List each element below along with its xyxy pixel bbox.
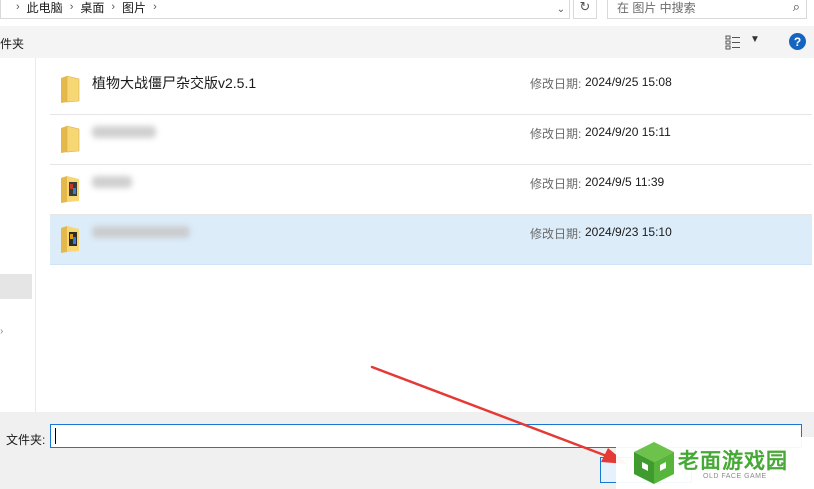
image-folder-icon: [61, 176, 79, 203]
file-row[interactable]: 植物大战僵尸杂交版v2.5.1 修改日期: 2024/9/25 15:08: [50, 65, 812, 115]
file-row-selected[interactable]: 修改日期: 2024/9/23 15:10: [50, 215, 812, 265]
text-cursor: [55, 428, 56, 444]
breadcrumb-pictures[interactable]: 图片: [122, 0, 146, 16]
watermark: 老面游戏园 OLD FACE GAME: [616, 437, 814, 489]
new-folder-button[interactable]: 件夹: [0, 35, 24, 52]
address-bar-row: › 此电脑 › 桌面 › 图片 › ⌄ ↻ 在 图片 中搜索 ⌕: [0, 0, 814, 20]
modified-date: 2024/9/25 15:08: [585, 75, 672, 89]
redacted-file-name: [92, 126, 156, 138]
search-input[interactable]: 在 图片 中搜索 ⌕: [607, 0, 807, 19]
modified-date: 2024/9/23 15:10: [585, 225, 672, 239]
nav-selected-item[interactable]: [0, 274, 32, 299]
modified-date: 2024/9/5 11:39: [585, 175, 665, 189]
file-row[interactable]: 修改日期: 2024/9/20 15:11: [50, 115, 812, 165]
folder-label: 文件夹:: [6, 433, 46, 447]
watermark-text: 老面游戏园: [678, 449, 788, 473]
search-icon[interactable]: ⌕: [793, 0, 800, 15]
watermark-subtext: OLD FACE GAME: [703, 473, 767, 480]
modified-date-label: 修改日期:: [530, 177, 582, 191]
address-dropdown-icon[interactable]: ⌄: [553, 0, 569, 18]
chevron-right-icon[interactable]: ›: [0, 326, 3, 337]
modified-date-label: 修改日期:: [530, 127, 582, 141]
modified-date-label: 修改日期:: [530, 227, 582, 241]
search-placeholder: 在 图片 中搜索: [617, 0, 696, 15]
toolbar: 件夹 ▼ ?: [0, 26, 814, 58]
address-bar[interactable]: › 此电脑 › 桌面 › 图片 ›: [0, 0, 570, 19]
file-name: 植物大战僵尸杂交版v2.5.1: [92, 75, 257, 91]
navigation-pane[interactable]: ›: [0, 58, 36, 412]
file-list: 植物大战僵尸杂交版v2.5.1 修改日期: 2024/9/25 15:08 修改…: [50, 65, 814, 412]
folder-icon: [61, 75, 80, 103]
redacted-file-name: [92, 176, 132, 188]
view-options-icon[interactable]: [725, 34, 741, 50]
view-dropdown-icon[interactable]: ▼: [750, 34, 760, 45]
file-row[interactable]: 修改日期: 2024/9/5 11:39: [50, 165, 812, 215]
help-icon[interactable]: ?: [789, 33, 806, 50]
chevron-right-icon[interactable]: ›: [70, 1, 74, 13]
chevron-right-icon[interactable]: ›: [153, 1, 157, 13]
modified-date: 2024/9/20 15:11: [585, 125, 671, 139]
redacted-file-name: [92, 226, 190, 238]
refresh-icon[interactable]: ↻: [573, 0, 597, 19]
game-logo-icon: [634, 442, 674, 484]
breadcrumb-desktop[interactable]: 桌面: [80, 0, 104, 16]
folder-icon: [61, 125, 80, 153]
chevron-right-icon[interactable]: ›: [111, 1, 115, 13]
image-folder-icon: [61, 226, 79, 253]
modified-date-label: 修改日期:: [530, 77, 582, 91]
chevron-right-icon[interactable]: ›: [16, 1, 20, 13]
breadcrumb-this-pc[interactable]: 此电脑: [27, 0, 63, 16]
